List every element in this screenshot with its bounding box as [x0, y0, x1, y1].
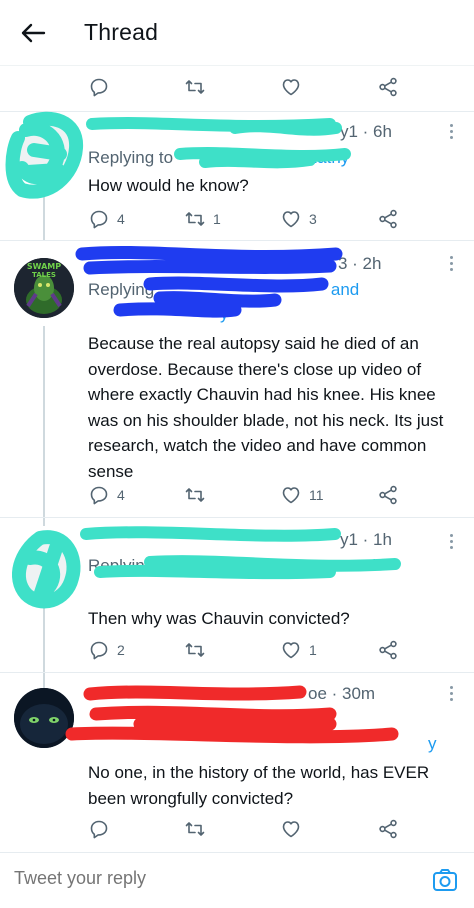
like-button[interactable]: [281, 818, 309, 840]
tweet-actions: 4 1 3: [0, 208, 474, 230]
heart-icon: [282, 487, 300, 504]
tweet-header: y1 · 1h: [88, 530, 392, 550]
heart-icon: [282, 79, 300, 96]
avatar[interactable]: [14, 688, 74, 748]
more-options-icon[interactable]: [446, 124, 456, 142]
divider: [0, 517, 474, 518]
like-count: 1: [309, 642, 317, 658]
heart-icon: [282, 642, 300, 659]
share-button[interactable]: [378, 639, 398, 661]
replying-to-cont: y: [88, 734, 437, 754]
share-button[interactable]: [378, 76, 398, 98]
reply-button[interactable]: 4: [89, 484, 125, 506]
timestamp: 3 · 2h: [338, 254, 382, 273]
reply-icon: [90, 210, 108, 229]
retweet-icon: [185, 488, 205, 502]
like-count: 3: [309, 211, 317, 227]
share-button[interactable]: [378, 484, 398, 506]
timestamp: y1 · 1h: [340, 530, 392, 549]
more-options-icon[interactable]: [446, 534, 456, 552]
retweet-icon: [185, 643, 205, 657]
like-count: 11: [309, 487, 324, 503]
retweet-button[interactable]: [185, 76, 213, 98]
reply-button[interactable]: [89, 76, 117, 98]
reply-icon: [90, 78, 108, 97]
heart-icon: [282, 211, 300, 228]
like-button[interactable]: 3: [281, 208, 317, 230]
mention-link[interactable]: y: [428, 734, 437, 753]
reply-composer: [0, 852, 474, 908]
retweet-button[interactable]: [185, 818, 213, 840]
more-options-icon[interactable]: [446, 256, 456, 274]
avatar[interactable]: [14, 124, 74, 184]
share-icon: [379, 819, 397, 839]
reply-input[interactable]: [14, 868, 374, 889]
tweet-actions: 2 1: [0, 639, 474, 661]
reply-icon: [90, 641, 108, 660]
heart-icon: [282, 821, 300, 838]
parent-tweet-actions: [0, 76, 474, 98]
mention-link[interactable]: Kathy: [306, 148, 349, 167]
mention-link[interactable]: and: [348, 556, 376, 575]
retweet-icon: [185, 80, 205, 94]
divider: [0, 672, 474, 673]
avatar[interactable]: [14, 540, 74, 600]
retweet-button[interactable]: 1: [185, 208, 221, 230]
reply-count: 4: [117, 487, 125, 503]
tweet-text: Then why was Chauvin convicted?: [88, 609, 350, 628]
share-icon: [379, 77, 397, 97]
tweet-text: How would he know?: [88, 176, 249, 195]
avatar[interactable]: SWAMP TALES: [14, 258, 74, 318]
reply-button[interactable]: 4: [89, 208, 125, 230]
mention-link[interactable]: y: [220, 304, 229, 323]
replying-to: Replying to and: [88, 556, 377, 575]
swamp-tales-logo: SWAMP TALES: [14, 258, 74, 318]
replying-to: Replying and: [88, 280, 360, 299]
replying-to: Replying to Kathy: [88, 148, 350, 167]
share-icon: [379, 209, 397, 229]
tweet-actions: 4 11: [0, 484, 474, 506]
like-button[interactable]: [281, 76, 309, 98]
share-icon: [379, 640, 397, 660]
like-button[interactable]: 1: [281, 639, 317, 661]
page-title: Thread: [84, 19, 159, 45]
divider: [0, 240, 474, 241]
retweet-button[interactable]: [185, 639, 213, 661]
more-options-icon[interactable]: [446, 686, 456, 704]
reply-icon: [90, 820, 108, 839]
tweet-header: 3 · 2h: [88, 254, 381, 274]
retweet-count: 1: [213, 211, 221, 227]
like-button[interactable]: 11: [281, 484, 324, 506]
share-icon: [379, 485, 397, 505]
mention-link[interactable]: and: [331, 280, 359, 299]
reply-button[interactable]: [89, 818, 117, 840]
share-button[interactable]: [378, 818, 398, 840]
share-button[interactable]: [378, 208, 398, 230]
camera-icon[interactable]: [432, 867, 458, 893]
timestamp: oe · 30m: [308, 684, 376, 703]
tweet-header: oe · 30m: [88, 684, 375, 704]
tweet-text: Because the real autopsy said he died of…: [88, 334, 444, 481]
tweet-text: No one, in the history of the world, has…: [88, 763, 430, 808]
reply-icon: [90, 486, 108, 505]
retweet-icon: [185, 212, 205, 226]
retweet-icon: [185, 822, 205, 836]
replying-to-cont: y: [88, 304, 229, 324]
back-arrow-icon[interactable]: [20, 20, 46, 46]
panther-avatar-image: [14, 688, 74, 748]
tweet-actions: [0, 818, 474, 840]
header-bar: Thread: [0, 0, 474, 66]
avatar-text: SWAMP: [27, 262, 61, 271]
retweet-button[interactable]: [185, 484, 213, 506]
reply-count: 4: [117, 211, 125, 227]
tweet-header: y1 · 6h: [88, 122, 392, 142]
timestamp: y1 · 6h: [340, 122, 392, 141]
divider: [0, 111, 474, 112]
svg-text:TALES: TALES: [32, 271, 56, 279]
reply-count: 2: [117, 642, 125, 658]
reply-button[interactable]: 2: [89, 639, 125, 661]
